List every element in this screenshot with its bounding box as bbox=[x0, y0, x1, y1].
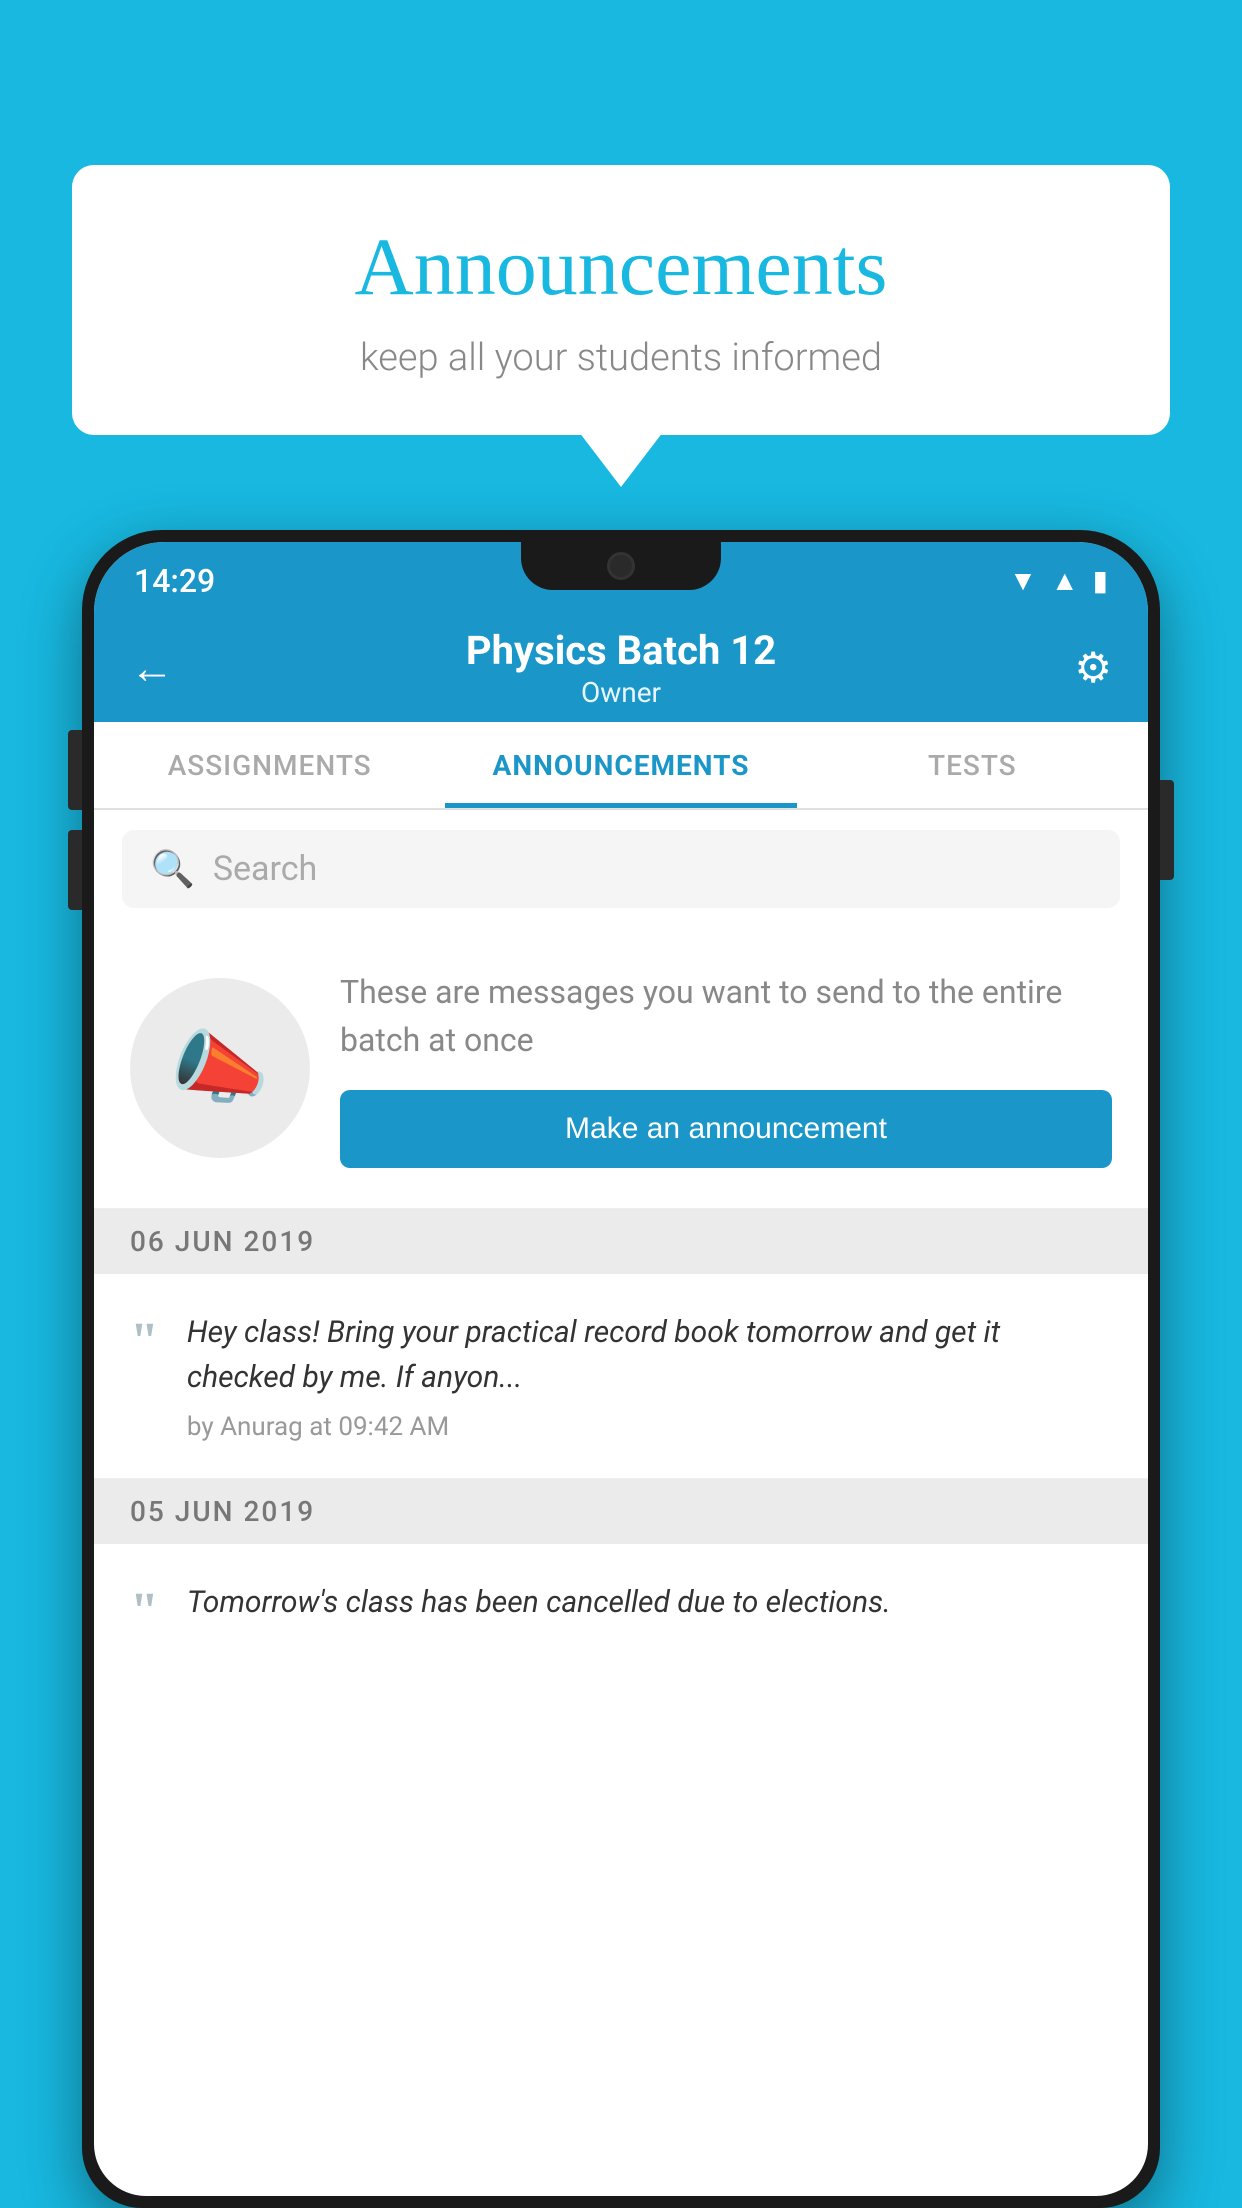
date-label-1: 06 JUN 2019 bbox=[130, 1225, 315, 1258]
announcement-text-1: Hey class! Bring your practical record b… bbox=[187, 1310, 1112, 1400]
announcement-item-1: " Hey class! Bring your practical record… bbox=[94, 1274, 1148, 1479]
status-time: 14:29 bbox=[134, 562, 215, 600]
app-bar-title-area: Physics Batch 12 Owner bbox=[200, 627, 1042, 709]
announcement-content-1: Hey class! Bring your practical record b… bbox=[187, 1310, 1112, 1442]
settings-button[interactable]: ⚙ bbox=[1042, 643, 1112, 693]
tab-announcements[interactable]: ANNOUNCEMENTS bbox=[445, 722, 796, 808]
bubble-subtitle: keep all your students informed bbox=[132, 336, 1110, 380]
volume-up-button bbox=[68, 730, 82, 810]
date-label-2: 05 JUN 2019 bbox=[130, 1495, 315, 1528]
app-bar-subtitle: Owner bbox=[200, 676, 1042, 709]
promo-content: These are messages you want to send to t… bbox=[340, 968, 1112, 1168]
speech-bubble: Announcements keep all your students inf… bbox=[72, 165, 1170, 435]
search-icon: 🔍 bbox=[150, 848, 195, 890]
date-separator-1: 06 JUN 2019 bbox=[94, 1209, 1148, 1274]
battery-icon: ▮ bbox=[1093, 564, 1108, 597]
announcement-author-1: by Anurag at 09:42 AM bbox=[187, 1412, 1112, 1442]
tab-assignments[interactable]: ASSIGNMENTS bbox=[94, 722, 445, 808]
quote-icon-2: " bbox=[130, 1586, 159, 1638]
search-placeholder: Search bbox=[213, 849, 317, 889]
volume-down-button bbox=[68, 830, 82, 910]
make-announcement-button[interactable]: Make an announcement bbox=[340, 1090, 1112, 1168]
announcement-item-2: " Tomorrow's class has been cancelled du… bbox=[94, 1544, 1148, 1674]
date-separator-2: 05 JUN 2019 bbox=[94, 1479, 1148, 1544]
signal-icon: ▲ bbox=[1051, 564, 1079, 597]
announcement-text-2: Tomorrow's class has been cancelled due … bbox=[187, 1580, 1112, 1625]
status-icons: ▼ ▲ ▮ bbox=[1009, 564, 1108, 597]
announcement-content-2: Tomorrow's class has been cancelled due … bbox=[187, 1580, 1112, 1637]
promo-icon-circle: 📣 bbox=[130, 978, 310, 1158]
tabs-bar: ASSIGNMENTS ANNOUNCEMENTS TESTS bbox=[94, 722, 1148, 810]
app-bar-title: Physics Batch 12 bbox=[200, 627, 1042, 674]
phone-mockup: 14:29 ▼ ▲ ▮ ← Physics Batch 12 Owner ⚙ A… bbox=[82, 530, 1160, 2208]
promo-description: These are messages you want to send to t… bbox=[340, 968, 1112, 1064]
megaphone-icon: 📣 bbox=[170, 1021, 270, 1115]
search-container: 🔍 Search bbox=[94, 810, 1148, 928]
tab-tests[interactable]: TESTS bbox=[797, 722, 1148, 808]
phone-notch bbox=[521, 542, 721, 590]
front-camera bbox=[607, 552, 635, 580]
phone-screen: 14:29 ▼ ▲ ▮ ← Physics Batch 12 Owner ⚙ A… bbox=[94, 542, 1148, 2196]
back-button[interactable]: ← bbox=[130, 642, 200, 694]
power-button bbox=[1160, 780, 1174, 880]
quote-icon-1: " bbox=[130, 1316, 159, 1368]
promo-card: 📣 These are messages you want to send to… bbox=[94, 928, 1148, 1209]
speech-bubble-container: Announcements keep all your students inf… bbox=[72, 165, 1170, 435]
search-input-wrapper[interactable]: 🔍 Search bbox=[122, 830, 1120, 908]
app-bar: ← Physics Batch 12 Owner ⚙ bbox=[94, 614, 1148, 722]
bubble-title: Announcements bbox=[132, 220, 1110, 314]
wifi-icon: ▼ bbox=[1009, 564, 1037, 597]
